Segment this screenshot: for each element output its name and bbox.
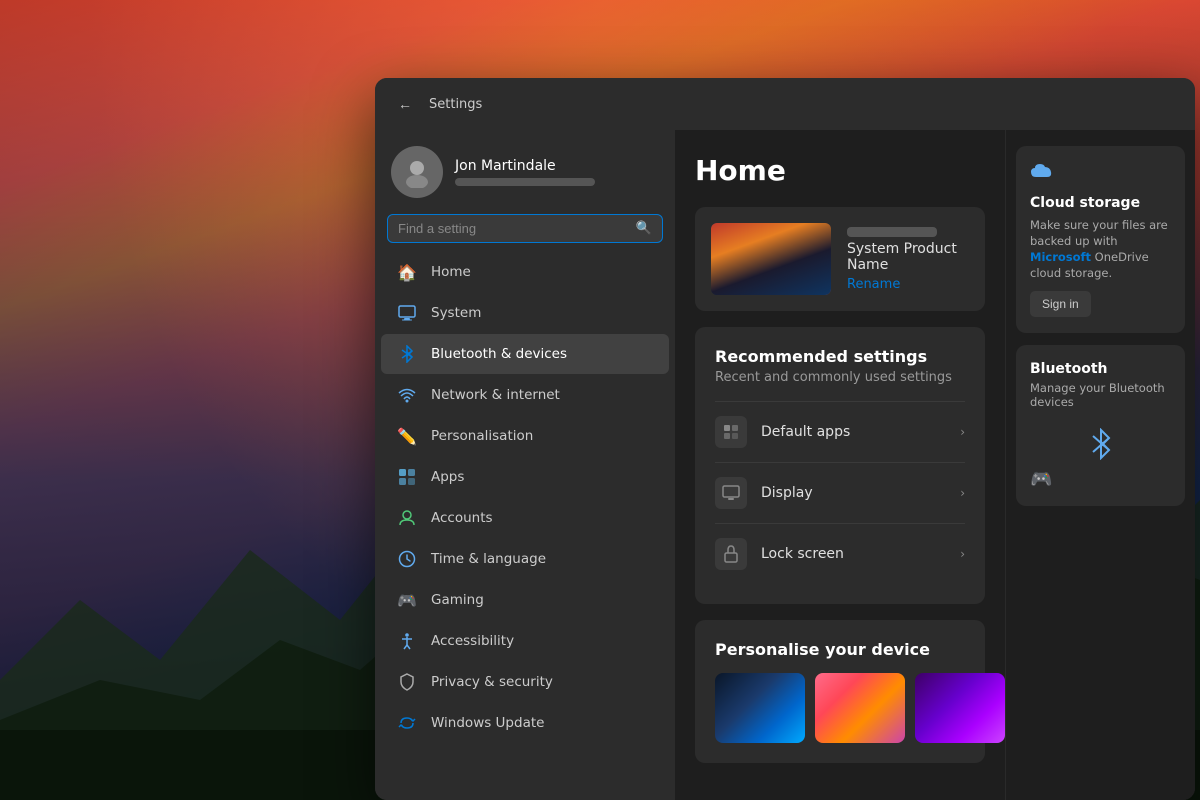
- lock-screen-icon: [715, 538, 747, 570]
- search-icon: 🔍: [636, 221, 652, 236]
- sidebar-item-accessibility[interactable]: Accessibility: [381, 621, 669, 661]
- sidebar-item-bluetooth[interactable]: Bluetooth & devices: [381, 334, 669, 374]
- cloud-card: Cloud storage Make sure your files are b…: [1016, 146, 1185, 333]
- system-thumbnail: [711, 223, 831, 295]
- user-email-bar: [455, 178, 595, 186]
- theme-option-2[interactable]: [815, 673, 905, 743]
- sidebar-label-privacy: Privacy & security: [431, 674, 553, 690]
- sidebar-item-gaming[interactable]: 🎮 Gaming: [381, 580, 669, 620]
- back-button[interactable]: ←: [391, 90, 419, 118]
- user-profile[interactable]: Jon Martindale: [375, 130, 675, 210]
- system-product-name: System Product Name: [847, 241, 969, 273]
- update-icon: [397, 713, 417, 733]
- settings-body: Jon Martindale 🔍 🏠 Home: [375, 130, 1195, 800]
- personalisation-icon: ✏️: [397, 426, 417, 446]
- recommended-subtitle: Recent and commonly used settings: [715, 370, 965, 385]
- sidebar-label-network: Network & internet: [431, 387, 560, 403]
- main-content: Home System Product Name Rename Recommen…: [675, 130, 1195, 800]
- bluetooth-large-icon: [1030, 419, 1171, 469]
- bluetooth-controls: 🎮: [1030, 469, 1171, 490]
- search-input[interactable]: [398, 221, 628, 236]
- gaming-icon: 🎮: [397, 590, 417, 610]
- window-title: Settings: [429, 97, 482, 112]
- sidebar-item-personalisation[interactable]: ✏️ Personalisation: [381, 416, 669, 456]
- setting-row-default-apps[interactable]: Default apps ›: [715, 401, 965, 462]
- right-panel: Cloud storage Make sure your files are b…: [1005, 130, 1195, 800]
- user-name: Jon Martindale: [455, 158, 659, 174]
- avatar: [391, 146, 443, 198]
- sidebar: Jon Martindale 🔍 🏠 Home: [375, 130, 675, 800]
- system-icon: [397, 303, 417, 323]
- display-chevron: ›: [960, 486, 965, 500]
- sidebar-item-apps[interactable]: Apps: [381, 457, 669, 497]
- sidebar-label-time: Time & language: [431, 551, 546, 567]
- title-bar: ← Settings: [375, 78, 1195, 130]
- default-apps-label: Default apps: [761, 424, 946, 440]
- system-name-bar: [847, 227, 937, 237]
- sign-in-button[interactable]: Sign in: [1030, 291, 1091, 317]
- sidebar-label-bluetooth: Bluetooth & devices: [431, 346, 567, 362]
- sidebar-item-privacy[interactable]: Privacy & security: [381, 662, 669, 702]
- page-title: Home: [695, 154, 985, 187]
- lock-screen-label: Lock screen: [761, 546, 946, 562]
- system-info-details: System Product Name Rename: [847, 227, 969, 292]
- sidebar-nav: 🏠 Home System: [375, 251, 675, 744]
- search-box: 🔍: [387, 214, 663, 243]
- theme-option-1[interactable]: [715, 673, 805, 743]
- search-container: 🔍: [375, 210, 675, 251]
- lock-screen-chevron: ›: [960, 547, 965, 561]
- sidebar-label-system: System: [431, 305, 481, 321]
- sidebar-label-update: Windows Update: [431, 715, 544, 731]
- network-icon: [397, 385, 417, 405]
- display-label: Display: [761, 485, 946, 501]
- accounts-icon: [397, 508, 417, 528]
- recommended-title: Recommended settings: [715, 347, 965, 366]
- sidebar-label-apps: Apps: [431, 469, 464, 485]
- sidebar-label-gaming: Gaming: [431, 592, 484, 608]
- settings-window: ← Settings Jon Martindale: [375, 78, 1195, 800]
- user-info: Jon Martindale: [455, 158, 659, 186]
- sidebar-item-time[interactable]: Time & language: [381, 539, 669, 579]
- bluetooth-right-card: Bluetooth Manage your Bluetooth devices …: [1016, 345, 1185, 506]
- cloud-icon: [1030, 162, 1171, 187]
- theme-grid: [715, 673, 965, 743]
- setting-row-lock-screen[interactable]: Lock screen ›: [715, 523, 965, 584]
- bluetooth-right-title: Bluetooth: [1030, 361, 1171, 377]
- time-icon: [397, 549, 417, 569]
- main-scroll: Home System Product Name Rename Recommen…: [675, 130, 1005, 800]
- sidebar-label-personalisation: Personalisation: [431, 428, 533, 444]
- bluetooth-icon: [397, 344, 417, 364]
- sidebar-item-system[interactable]: System: [381, 293, 669, 333]
- sidebar-item-home[interactable]: 🏠 Home: [381, 252, 669, 292]
- bluetooth-right-desc: Manage your Bluetooth devices: [1030, 381, 1171, 409]
- sidebar-item-network[interactable]: Network & internet: [381, 375, 669, 415]
- setting-row-display[interactable]: Display ›: [715, 462, 965, 523]
- sidebar-item-update[interactable]: Windows Update: [381, 703, 669, 743]
- default-apps-icon: [715, 416, 747, 448]
- cloud-card-title: Cloud storage: [1030, 195, 1171, 211]
- accessibility-icon: [397, 631, 417, 651]
- apps-icon: [397, 467, 417, 487]
- sidebar-label-home: Home: [431, 264, 471, 280]
- display-icon: [715, 477, 747, 509]
- sidebar-item-accounts[interactable]: Accounts: [381, 498, 669, 538]
- system-info-card: System Product Name Rename: [695, 207, 985, 311]
- cloud-card-desc: Make sure your files are backed up with …: [1030, 217, 1171, 281]
- recommended-settings-card: Recommended settings Recent and commonly…: [695, 327, 985, 604]
- personalise-card: Personalise your device: [695, 620, 985, 763]
- system-thumbnail-image: [711, 223, 831, 295]
- sidebar-label-accessibility: Accessibility: [431, 633, 514, 649]
- privacy-icon: [397, 672, 417, 692]
- theme-option-3[interactable]: [915, 673, 1005, 743]
- rename-link[interactable]: Rename: [847, 277, 969, 292]
- personalise-title: Personalise your device: [715, 640, 965, 659]
- gamepad-icon: 🎮: [1030, 469, 1052, 490]
- sidebar-label-accounts: Accounts: [431, 510, 493, 526]
- home-icon: 🏠: [397, 262, 417, 282]
- default-apps-chevron: ›: [960, 425, 965, 439]
